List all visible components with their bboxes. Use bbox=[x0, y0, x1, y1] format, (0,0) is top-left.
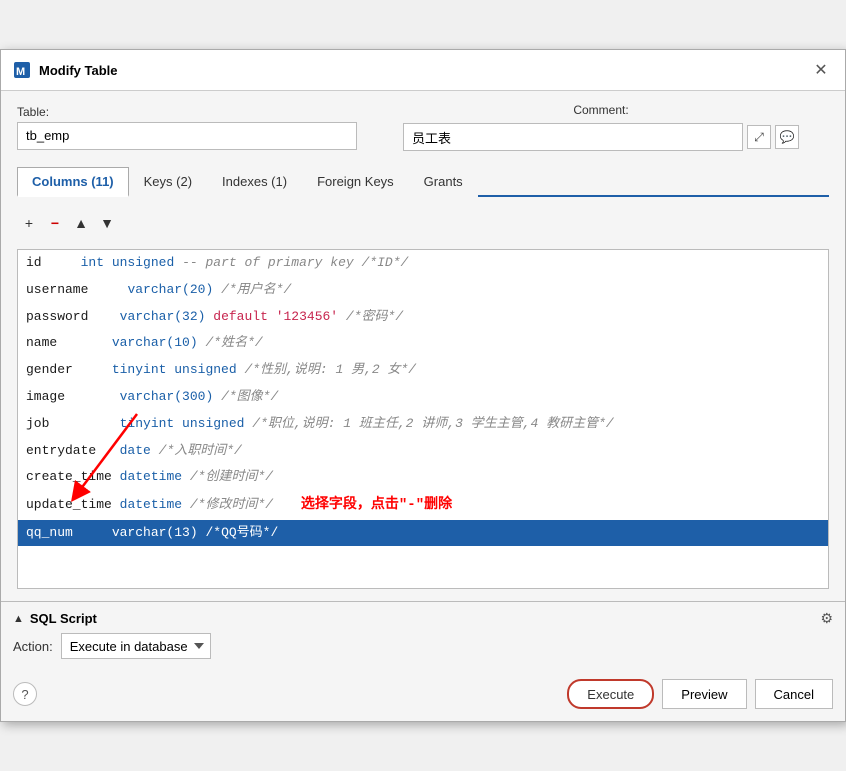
add-column-button[interactable]: + bbox=[17, 211, 41, 235]
sql-gear-button[interactable]: ⚙ bbox=[820, 610, 833, 627]
tab-bar: Columns (11) Keys (2) Indexes (1) Foreig… bbox=[17, 165, 829, 197]
action-label: Action: bbox=[13, 639, 53, 654]
comment-label: Comment: bbox=[573, 103, 628, 117]
delete-annotation: 选择字段，点击"-"删除 bbox=[301, 497, 452, 513]
sql-header: ▲ SQL Script ⚙ bbox=[13, 610, 833, 627]
tab-grants[interactable]: Grants bbox=[409, 167, 478, 197]
preview-button[interactable]: Preview bbox=[662, 679, 746, 709]
footer-buttons: ? Execute Preview Cancel bbox=[1, 671, 845, 721]
move-down-button[interactable]: ▼ bbox=[95, 211, 119, 235]
table-row[interactable]: gender tinyint unsigned /*性别,说明: 1 男,2 女… bbox=[18, 357, 828, 384]
dialog-title: Modify Table bbox=[39, 63, 809, 78]
action-select[interactable]: Execute in database Store to clipboard S… bbox=[61, 633, 211, 659]
footer-right: Execute Preview Cancel bbox=[567, 679, 833, 709]
tab-keys[interactable]: Keys (2) bbox=[129, 167, 207, 197]
action-row: Action: Execute in database Store to cli… bbox=[13, 633, 833, 659]
execute-button[interactable]: Execute bbox=[567, 679, 654, 709]
table-row[interactable]: image varchar(300) /*图像*/ bbox=[18, 384, 828, 411]
table-row[interactable]: name varchar(10) /*姓名*/ bbox=[18, 330, 828, 357]
app-icon: M bbox=[13, 61, 31, 79]
delete-column-button[interactable]: − bbox=[43, 211, 67, 235]
tab-columns[interactable]: Columns (11) bbox=[17, 167, 129, 197]
table-row[interactable]: password varchar(32) default '123456' /*… bbox=[18, 304, 828, 331]
selected-table-row[interactable]: qq_num varchar(13) /*QQ号码*/ bbox=[18, 520, 828, 547]
table-row[interactable]: entrydate date /*入职时间*/ bbox=[18, 438, 828, 465]
table-label: Table: bbox=[17, 105, 357, 119]
table-comment-row: Table: Comment: ⤢ 💬 bbox=[17, 103, 829, 151]
table-row[interactable]: job tinyint unsigned /*职位,说明: 1 班主任,2 讲师… bbox=[18, 411, 828, 438]
table-row[interactable]: update_time datetime /*修改时间*/ 选择字段，点击"-"… bbox=[18, 491, 828, 519]
columns-table[interactable]: id int unsigned -- part of primary key /… bbox=[17, 249, 829, 589]
svg-text:M: M bbox=[16, 66, 25, 78]
table-name-input[interactable] bbox=[17, 122, 357, 150]
comment-group: Comment: ⤢ 💬 bbox=[373, 103, 829, 151]
table-row[interactable]: create_time datetime /*创建时间*/ bbox=[18, 464, 828, 491]
move-up-button[interactable]: ▲ bbox=[69, 211, 93, 235]
table-name-group: Table: bbox=[17, 105, 357, 150]
expand-comment-button[interactable]: ⤢ bbox=[747, 125, 771, 149]
cancel-button[interactable]: Cancel bbox=[755, 679, 833, 709]
sql-collapse-button[interactable]: ▲ bbox=[13, 613, 24, 625]
sql-section: ▲ SQL Script ⚙ Action: Execute in databa… bbox=[1, 601, 845, 671]
tab-foreign-keys[interactable]: Foreign Keys bbox=[302, 167, 409, 197]
comment-input[interactable] bbox=[403, 123, 743, 151]
columns-container: id int unsigned -- part of primary key /… bbox=[17, 249, 829, 589]
sql-title-text: SQL Script bbox=[30, 611, 97, 626]
dialog-content: Table: Comment: ⤢ 💬 Columns (11) Keys (2… bbox=[1, 91, 845, 601]
table-row[interactable]: id int unsigned -- part of primary key /… bbox=[18, 250, 828, 277]
tab-indexes[interactable]: Indexes (1) bbox=[207, 167, 302, 197]
close-button[interactable]: ✕ bbox=[809, 58, 833, 82]
modify-table-dialog: M Modify Table ✕ Table: Comment: ⤢ 💬 bbox=[0, 49, 846, 722]
table-row[interactable]: username varchar(20) /*用户名*/ bbox=[18, 277, 828, 304]
title-bar: M Modify Table ✕ bbox=[1, 50, 845, 91]
comment-extra-button[interactable]: 💬 bbox=[775, 125, 799, 149]
sql-title: ▲ SQL Script bbox=[13, 611, 97, 626]
columns-toolbar: + − ▲ ▼ bbox=[17, 207, 829, 239]
help-button[interactable]: ? bbox=[13, 682, 37, 706]
